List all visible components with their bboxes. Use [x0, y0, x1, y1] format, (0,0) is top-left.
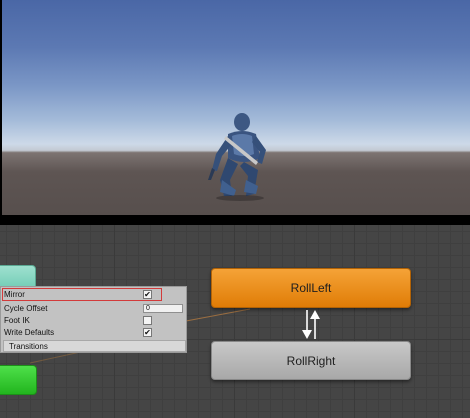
state-rollleft[interactable]: RollLeft	[211, 268, 411, 308]
cycle-offset-label: Cycle Offset	[4, 304, 48, 313]
state-inspector: Mirror ✔ Cycle Offset 0 Foot IK Write De…	[0, 286, 187, 353]
write-defaults-row: Write Defaults ✔	[1, 327, 187, 339]
transition-arrows[interactable]	[296, 308, 326, 341]
write-defaults-checkbox[interactable]: ✔	[143, 328, 152, 337]
write-defaults-label: Write Defaults	[4, 328, 55, 337]
mirror-checkbox[interactable]: ✔	[143, 290, 152, 299]
panel-divider	[0, 215, 470, 225]
foot-ik-checkbox[interactable]	[143, 316, 152, 325]
state-rollright-label: RollRight	[286, 353, 336, 368]
mirror-row: Mirror ✔	[1, 289, 187, 301]
any-state-node[interactable]	[0, 365, 37, 395]
transitions-header[interactable]: Transitions	[3, 340, 186, 352]
state-rollright[interactable]: RollRight	[211, 341, 411, 380]
foot-ik-label: Foot IK	[4, 316, 30, 325]
cycle-offset-field[interactable]: 0	[143, 304, 183, 313]
mirror-label: Mirror	[4, 290, 25, 299]
cycle-offset-row: Cycle Offset 0	[1, 303, 187, 315]
foot-ik-row: Foot IK	[1, 315, 187, 327]
state-rollleft-label: RollLeft	[290, 281, 332, 295]
character-model	[208, 113, 266, 201]
scene-preview[interactable]	[2, 0, 470, 215]
transitions-label: Transitions	[9, 342, 48, 351]
